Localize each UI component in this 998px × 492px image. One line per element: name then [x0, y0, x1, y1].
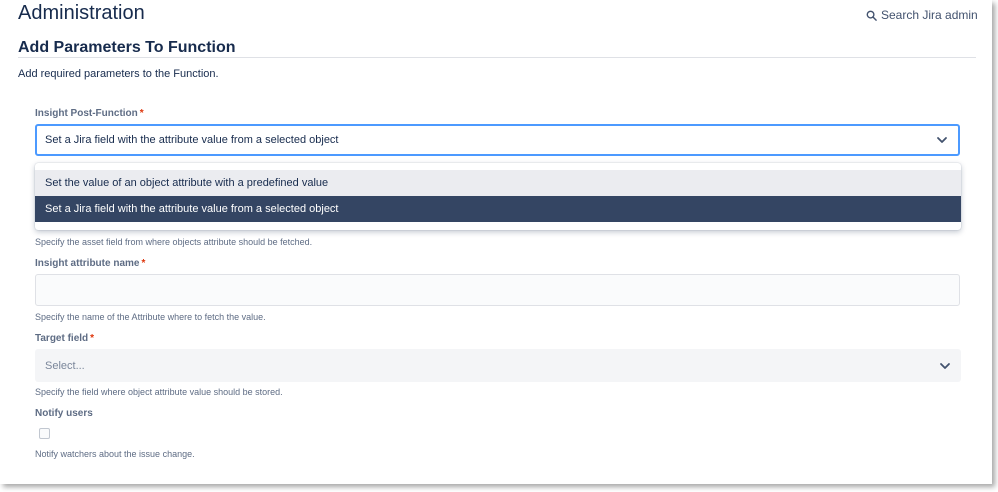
attribute-name-label: Insight attribute name *	[35, 258, 145, 269]
dropdown-option-selected[interactable]: Set a Jira field with the attribute valu…	[35, 196, 961, 222]
target-field-select[interactable]: Select...	[35, 349, 961, 382]
post-function-selected-value: Set a Jira field with the attribute valu…	[45, 134, 339, 146]
attribute-name-helper: Specify the name of the Attribute where …	[35, 312, 266, 322]
search-icon	[866, 10, 877, 21]
required-marker: *	[141, 258, 146, 269]
attribute-name-label-text: Insight attribute name	[35, 258, 140, 269]
section-title: Add Parameters To Function	[18, 39, 236, 56]
section-divider	[18, 57, 976, 58]
required-marker: *	[90, 333, 95, 344]
post-function-dropdown-menu: Set the value of an object attribute wit…	[35, 163, 961, 230]
notify-users-checkbox[interactable]	[39, 428, 50, 439]
required-marker: *	[139, 108, 144, 119]
chevron-down-icon	[937, 137, 947, 143]
target-field-label: Target field *	[35, 333, 94, 344]
target-field-helper: Specify the field where object attribute…	[35, 387, 283, 397]
search-jira-admin-link[interactable]: Search Jira admin	[866, 8, 978, 22]
target-field-placeholder: Select...	[45, 359, 85, 372]
post-function-label: Insight Post-Function *	[35, 108, 144, 119]
page-title: Administration	[18, 2, 145, 24]
admin-page: Administration Search Jira admin Add Par…	[0, 0, 992, 484]
search-link-label: Search Jira admin	[881, 8, 978, 22]
asset-field-helper: Specify the asset field from where objec…	[35, 237, 313, 247]
post-function-select[interactable]: Set a Jira field with the attribute valu…	[35, 124, 960, 156]
notify-users-label: Notify users	[35, 408, 93, 419]
target-field-label-text: Target field	[35, 333, 89, 344]
chevron-down-icon	[940, 362, 950, 369]
dropdown-option[interactable]: Set the value of an object attribute wit…	[35, 170, 961, 196]
notify-users-helper: Notify watchers about the issue change.	[35, 449, 195, 459]
post-function-label-text: Insight Post-Function	[35, 108, 138, 119]
attribute-name-input[interactable]	[35, 274, 960, 306]
section-description: Add required parameters to the Function.	[18, 68, 219, 80]
